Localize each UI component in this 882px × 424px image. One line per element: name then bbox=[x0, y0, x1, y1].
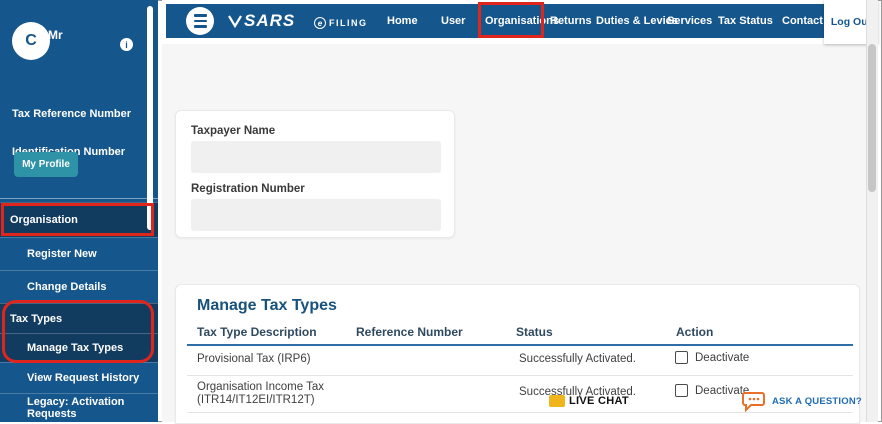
nav-user[interactable]: User bbox=[441, 4, 465, 38]
registration-number-label: Registration Number bbox=[191, 183, 305, 195]
live-chat-widget[interactable]: LIVE CHAT bbox=[549, 395, 629, 407]
avatar[interactable]: C bbox=[12, 22, 50, 60]
sidebar-item-manage-tax-types[interactable]: Manage Tax Types bbox=[0, 333, 158, 362]
row-divider bbox=[187, 412, 853, 413]
efiling-logo: e FILING bbox=[314, 17, 368, 29]
table-header-rule bbox=[187, 344, 853, 346]
sidebar: C Mr i Tax Reference Number Identificati… bbox=[0, 0, 158, 422]
deactivate-checkbox[interactable] bbox=[675, 351, 688, 364]
sidebar-item-register-new[interactable]: Register New bbox=[0, 237, 158, 270]
sidebar-scrollbar-thumb[interactable] bbox=[147, 6, 153, 230]
sidebar-divider bbox=[0, 198, 158, 199]
tax-type-description-cell: Provisional Tax (IRP6) bbox=[197, 353, 311, 365]
hamburger-menu-icon[interactable] bbox=[186, 7, 214, 35]
my-profile-button[interactable]: My Profile bbox=[14, 152, 78, 177]
info-icon[interactable]: i bbox=[120, 38, 133, 51]
sars-chevron-icon bbox=[228, 14, 242, 28]
taxpayer-name-label: Taxpayer Name bbox=[191, 125, 276, 137]
ask-a-question-label: ASK A QUESTION? bbox=[772, 395, 862, 407]
sidebar-item-legacy-activation-requests[interactable]: Legacy: Activation Requests bbox=[0, 393, 158, 422]
efiling-e-icon: e bbox=[314, 17, 326, 29]
status-cell: Successfully Activated. bbox=[519, 353, 636, 365]
tax-reference-number-label: Tax Reference Number bbox=[12, 108, 132, 120]
page-scrollbar-thumb[interactable] bbox=[868, 44, 876, 192]
tax-type-description-cell: Organisation Income Tax (ITR14/IT12EI/IT… bbox=[197, 381, 324, 406]
sars-logo: SARS bbox=[228, 11, 295, 31]
top-navbar: SARS e FILING Home User Organisations Re… bbox=[166, 0, 878, 44]
taxpayer-name-field[interactable] bbox=[191, 141, 441, 173]
col-status: Status bbox=[516, 325, 553, 339]
nav-home[interactable]: Home bbox=[387, 4, 418, 38]
deactivate-label: Deactivate bbox=[695, 352, 750, 364]
sidebar-item-organisation[interactable]: Organisation bbox=[0, 202, 158, 237]
deactivate-checkbox[interactable] bbox=[675, 384, 688, 397]
sidebar-item-tax-types[interactable]: Tax Types bbox=[0, 303, 158, 333]
taxpayer-details-card: Taxpayer Name Registration Number bbox=[175, 110, 455, 238]
nav-duties-levies[interactable]: Duties & Levies bbox=[596, 4, 678, 38]
row-divider bbox=[187, 375, 853, 376]
nav-contact[interactable]: Contact bbox=[782, 4, 823, 38]
nav-organisations[interactable]: Organisations bbox=[485, 4, 559, 38]
nav-returns[interactable]: Returns bbox=[550, 4, 592, 38]
nav-services[interactable]: Services bbox=[667, 4, 712, 38]
col-action: Action bbox=[676, 325, 714, 339]
registration-number-field[interactable] bbox=[191, 199, 441, 231]
sidebar-item-view-request-history[interactable]: View Request History bbox=[0, 362, 158, 393]
manage-tax-types-title: Manage Tax Types bbox=[197, 297, 337, 314]
col-tax-type-description: Tax Type Description bbox=[197, 325, 317, 339]
live-chat-label: LIVE CHAT bbox=[569, 395, 629, 407]
speech-bubble-icon bbox=[742, 392, 765, 412]
nav-tax-status[interactable]: Tax Status bbox=[718, 4, 773, 38]
chat-bubble-icon bbox=[549, 395, 565, 407]
user-title: Mr bbox=[48, 28, 63, 42]
ask-a-question-widget[interactable]: ASK A QUESTION? bbox=[742, 390, 862, 412]
col-reference-number: Reference Number bbox=[356, 325, 463, 339]
sidebar-item-change-details[interactable]: Change Details bbox=[0, 270, 158, 303]
